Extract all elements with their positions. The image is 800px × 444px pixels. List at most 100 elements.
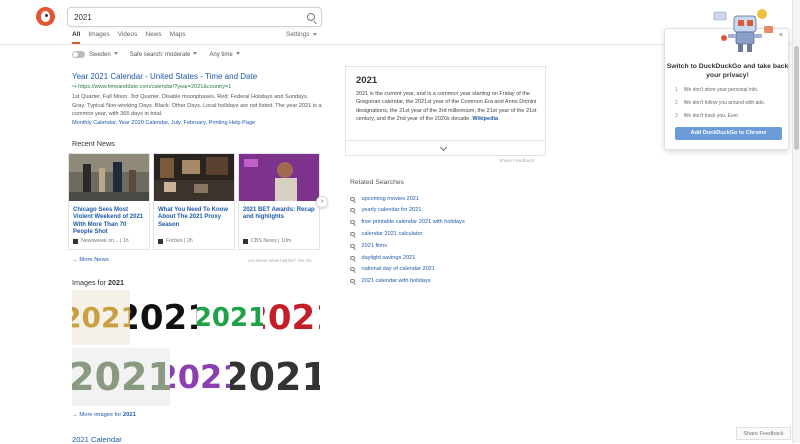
filter-bar: Sweden Safe search: moderate Any time bbox=[72, 51, 252, 58]
popup-point: 1 We don't store your personal info. bbox=[675, 87, 759, 93]
news-age: 10m bbox=[280, 238, 292, 244]
image-tile-text: 2021 bbox=[72, 301, 130, 334]
image-result[interactable]: 2021 bbox=[263, 290, 320, 345]
related-search-label: national day of calendar 2021 bbox=[361, 266, 435, 272]
result-title-link[interactable]: Year 2021 Calendar - United States - Tim… bbox=[72, 72, 257, 81]
related-search-item[interactable]: national day of calendar 2021 bbox=[350, 266, 435, 272]
knowledge-expand[interactable] bbox=[345, 140, 546, 156]
news-image bbox=[239, 154, 319, 201]
images-heading-prefix: Images for bbox=[72, 278, 108, 287]
related-search-item[interactable]: daylight savings 2021 bbox=[350, 255, 415, 261]
search-icon bbox=[350, 219, 355, 225]
image-tile-text: 2021 bbox=[197, 302, 263, 333]
news-title: Chicago Sees Most Violent Weekend of 202… bbox=[73, 207, 144, 236]
chevron-down-icon bbox=[113, 52, 118, 56]
related-search-label: yearly calendar for 2021 bbox=[361, 207, 422, 213]
related-search-item[interactable]: free printable calendar 2021 with holida… bbox=[350, 219, 465, 225]
chevron-down-icon bbox=[312, 32, 317, 36]
chevron-down-icon bbox=[439, 143, 448, 152]
safe-search-label: Safe search: moderate bbox=[129, 51, 191, 58]
result-sitelinks[interactable]: Monthly Calendar, Year 2020 Calendar, Ju… bbox=[72, 120, 322, 126]
tab-news[interactable]: News bbox=[145, 31, 161, 44]
safe-search-filter[interactable]: Safe search: moderate bbox=[130, 52, 198, 58]
search-icon bbox=[350, 196, 355, 202]
news-next-arrow-icon[interactable]: › bbox=[316, 196, 328, 208]
more-news-label: More News bbox=[79, 257, 109, 263]
image-tile-text: 2021 bbox=[130, 297, 197, 338]
image-result[interactable]: 2021 bbox=[170, 348, 230, 406]
image-result[interactable]: 2021 bbox=[130, 290, 197, 345]
result-url-text: https://www.timeanddate.com/calendar/?ye… bbox=[78, 84, 232, 90]
knowledge-title: 2021 bbox=[356, 75, 378, 86]
tab-all[interactable]: All bbox=[72, 31, 81, 44]
popup-point-text: We don't track you. Ever. bbox=[683, 113, 740, 119]
search-input[interactable] bbox=[74, 11, 299, 24]
popup-point-text: We don't follow you around with ads. bbox=[683, 100, 765, 106]
search-icon bbox=[350, 243, 355, 249]
image-result[interactable]: 2021 bbox=[72, 348, 170, 406]
result-snippet: 1st Quarter. Full Moon. 3rd Quarter. Dis… bbox=[72, 94, 322, 118]
image-result[interactable]: 2021 bbox=[197, 290, 263, 345]
result-url[interactable]: ↪ https://www.timeanddate.com/calendar/?… bbox=[72, 84, 322, 90]
news-card[interactable]: 2021 BET Awards: Recap and highlights CB… bbox=[238, 153, 320, 250]
images-heading-query: 2021 bbox=[107, 278, 124, 287]
news-title: What You Need To Know About The 2021 Pro… bbox=[158, 207, 228, 228]
scrollbar-thumb[interactable] bbox=[794, 46, 799, 150]
image-result[interactable]: 2021 bbox=[72, 290, 130, 345]
source-icon bbox=[243, 238, 248, 244]
related-search-label: 2021 films bbox=[361, 243, 388, 249]
more-news-link[interactable]: → More News bbox=[72, 257, 109, 263]
wikipedia-link[interactable]: Wikipedia bbox=[472, 116, 498, 122]
search-icon bbox=[350, 266, 355, 272]
related-search-item[interactable]: yearly calendar for 2021 bbox=[350, 207, 422, 213]
news-card[interactable]: Chicago Sees Most Violent Weekend of 202… bbox=[68, 153, 150, 250]
time-label: Any time bbox=[209, 51, 233, 58]
settings-dropdown[interactable]: Settings bbox=[286, 31, 317, 38]
related-search-label: daylight savings 2021 bbox=[361, 255, 416, 261]
region-toggle[interactable] bbox=[72, 51, 85, 58]
more-images-link[interactable]: → More images for 2021 bbox=[72, 412, 136, 418]
scrollbar[interactable] bbox=[792, 0, 800, 443]
search-icon bbox=[350, 207, 355, 213]
related-search-item[interactable]: calendar 2021 calculator bbox=[350, 231, 422, 237]
news-card[interactable]: What You Need To Know About The 2021 Pro… bbox=[153, 153, 235, 250]
related-search-item[interactable]: 2021 calendar with holidays bbox=[350, 278, 431, 284]
duckduckgo-logo-icon[interactable] bbox=[36, 7, 55, 26]
image-tile-text: 2021 bbox=[72, 355, 170, 399]
news-title: 2021 BET Awards: Recap and highlights bbox=[243, 207, 315, 221]
popup-point: 2 We don't follow you around with ads. bbox=[675, 100, 765, 106]
search-icon bbox=[350, 231, 355, 237]
news-feedback-note[interactable]: Are these news helpful? Yes No bbox=[248, 258, 312, 263]
settings-label: Settings bbox=[286, 31, 310, 38]
image-result[interactable]: 2021 bbox=[230, 348, 320, 406]
add-to-chrome-button[interactable]: Add DuckDuckGo to Chrome bbox=[675, 127, 782, 140]
knowledge-share-feedback[interactable]: Share Feedback bbox=[499, 159, 534, 164]
search-icon[interactable] bbox=[307, 13, 315, 21]
news-age: 2h bbox=[186, 238, 193, 244]
tab-images[interactable]: Images bbox=[88, 31, 109, 44]
share-feedback-button[interactable]: Share Feedback bbox=[736, 427, 791, 440]
related-search-label: calendar 2021 calculator bbox=[361, 231, 423, 237]
news-age: 1h bbox=[122, 238, 129, 244]
related-search-item[interactable]: upcoming movies 2021 bbox=[350, 196, 419, 202]
region-filter[interactable]: Sweden bbox=[89, 52, 118, 58]
related-search-label: 2021 calendar with holidays bbox=[361, 278, 431, 284]
time-filter[interactable]: Any time bbox=[209, 51, 240, 58]
image-tile-text: 2021 bbox=[263, 297, 320, 338]
related-search-item[interactable]: 2021 films bbox=[350, 243, 387, 249]
search-result: Year 2021 Calendar - United States - Tim… bbox=[72, 72, 322, 126]
news-source: CBS News bbox=[251, 238, 277, 244]
search-icon bbox=[350, 255, 355, 261]
tab-maps[interactable]: Maps bbox=[170, 31, 186, 44]
related-search-label: upcoming movies 2021 bbox=[361, 196, 420, 202]
search-box[interactable] bbox=[67, 7, 322, 27]
image-tile-text: 2021 bbox=[170, 358, 230, 396]
search-icon bbox=[350, 278, 355, 284]
source-icon bbox=[158, 238, 163, 244]
knowledge-text: 2021 is the current year, and is a commo… bbox=[356, 90, 540, 124]
duckduckgo-robot-icon bbox=[713, 9, 773, 52]
search-tabs: All Images Videos News Maps bbox=[72, 31, 194, 44]
news-image bbox=[69, 154, 149, 201]
chevron-down-icon bbox=[193, 52, 198, 56]
tab-videos[interactable]: Videos bbox=[118, 31, 138, 44]
